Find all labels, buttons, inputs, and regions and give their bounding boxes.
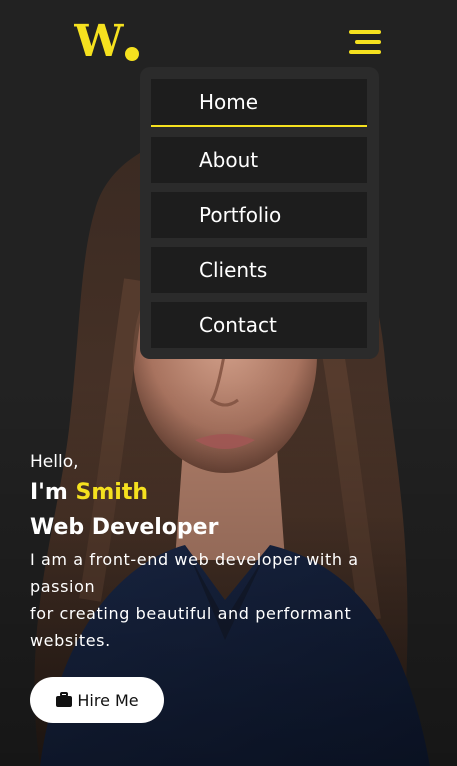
hero-description-line: websites.	[30, 631, 111, 650]
hero-intro: I'm Smith	[30, 480, 430, 505]
hero-description: I am a front-end web developer with a pa…	[30, 546, 430, 654]
hire-me-button[interactable]: Hire Me	[30, 677, 164, 723]
brand-logo[interactable]: W	[74, 18, 144, 68]
hero-intro-prefix: I'm	[30, 480, 76, 505]
hero-greeting: Hello,	[30, 452, 79, 472]
nav-item-clients[interactable]: Clients	[151, 247, 367, 293]
svg-text:W: W	[74, 18, 124, 67]
nav-menu: Home About Portfolio Clients Contact	[140, 67, 379, 359]
page: W Home About Portfolio Clients Contact H…	[0, 0, 457, 766]
nav-item-contact[interactable]: Contact	[151, 302, 367, 348]
hamburger-icon[interactable]	[345, 28, 381, 56]
briefcase-icon	[56, 692, 73, 707]
nav-item-portfolio[interactable]: Portfolio	[151, 192, 367, 238]
hero-role: Web Developer	[30, 515, 219, 540]
hero-name: Smith	[75, 480, 149, 505]
nav-item-about[interactable]: About	[151, 137, 367, 183]
nav-item-home[interactable]: Home	[151, 79, 367, 127]
hero-description-line: for creating beautiful and performant	[30, 604, 352, 623]
hero-description-line: passion	[30, 577, 96, 596]
hire-me-label: Hire Me	[77, 690, 139, 710]
hero-description-line: I am a front-end web developer with a	[30, 550, 359, 569]
hero-section: Hello, I'm Smith Web Developer I am a fr…	[30, 452, 430, 654]
